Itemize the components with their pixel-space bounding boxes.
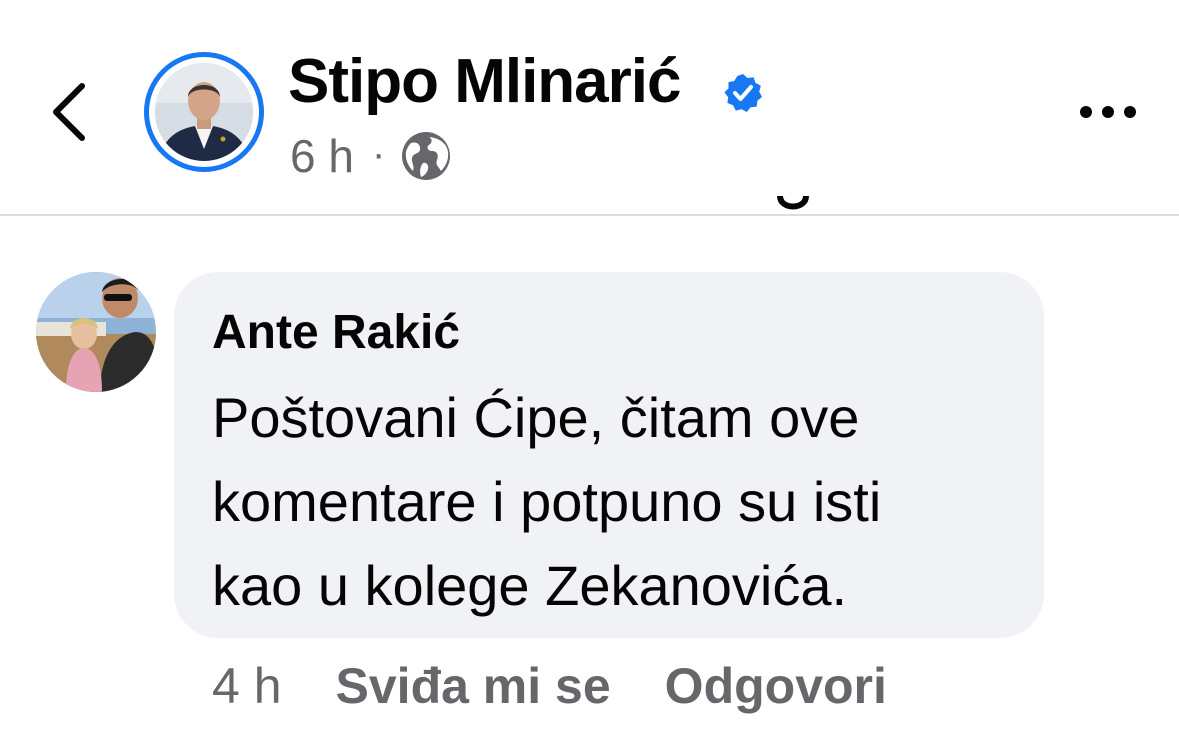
- page-avatar[interactable]: [144, 52, 264, 172]
- comment-author[interactable]: Ante Rakić: [212, 304, 460, 362]
- comment-text-line: komentare i potpuno su isti: [212, 470, 882, 533]
- page-avatar-photo: [155, 63, 253, 161]
- comment-text: Poštovani Ćipe, čitam ove komentare i po…: [212, 376, 1032, 628]
- comment-time[interactable]: 4 h: [212, 657, 282, 715]
- post-time[interactable]: 6 h: [290, 129, 354, 183]
- comment-text-line: kao u kolege Zekanovića.: [212, 554, 848, 617]
- comment-text-line: Poštovani Ćipe, čitam ove: [212, 386, 860, 449]
- globe-icon: [402, 132, 451, 180]
- commenter-avatar[interactable]: [36, 272, 156, 392]
- comment-actions: 4 h Sviđa mi se Odgovori: [212, 656, 887, 716]
- post-header: Stipo Mlinarić 6 h ·: [0, 0, 1179, 216]
- meta-separator: ·: [371, 131, 386, 176]
- comment-thread-screen: Stipo Mlinarić 6 h · Ante Rakić Poštovan…: [0, 0, 1179, 738]
- more-options-button[interactable]: [1072, 92, 1144, 132]
- more-horizontal-icon: [1080, 106, 1136, 118]
- scrolled-text-fragment: [777, 196, 809, 210]
- chevron-left-icon: [53, 83, 85, 141]
- verified-badge-icon: [724, 74, 762, 112]
- post-meta: 6 h ·: [290, 128, 453, 184]
- back-button[interactable]: [40, 72, 100, 152]
- reply-button[interactable]: Odgovori: [665, 657, 887, 715]
- like-button[interactable]: Sviđa mi se: [336, 657, 611, 715]
- page-name[interactable]: Stipo Mlinarić: [288, 46, 681, 118]
